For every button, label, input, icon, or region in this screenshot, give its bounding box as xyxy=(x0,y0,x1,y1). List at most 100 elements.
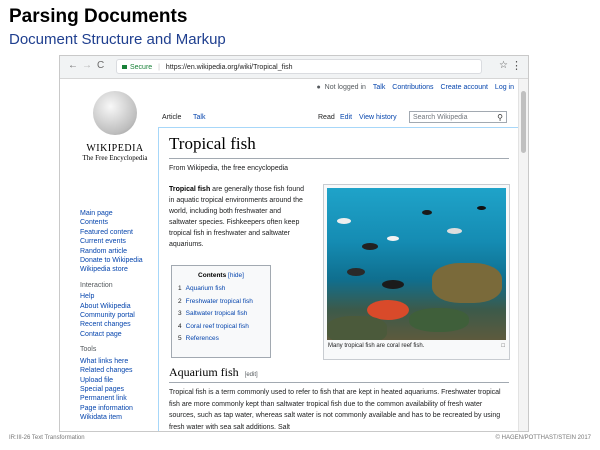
parrotfish-shape xyxy=(409,308,469,332)
browser-menu-icon[interactable]: ⋮ xyxy=(511,59,522,72)
fish-shape xyxy=(347,268,365,276)
fish-shape xyxy=(422,210,432,215)
toc-num: 5 xyxy=(178,335,182,343)
address-bar[interactable]: Secure | https://en.wikipedia.org/wiki/T… xyxy=(116,59,482,74)
section-heading: Aquarium fish [edit] xyxy=(169,365,258,380)
coral-reef-photo[interactable] xyxy=(327,188,506,340)
toc-item[interactable]: 5 References xyxy=(178,333,270,346)
logo-wordmark: WIKIPEDIA xyxy=(86,143,144,154)
forward-arrow-icon[interactable]: → xyxy=(82,60,92,71)
not-logged-in-label: Not logged in xyxy=(324,84,366,91)
sidebar-item-contents[interactable]: Contents xyxy=(80,218,160,227)
user-icon: ● xyxy=(316,84,321,91)
browser-window: ← → C Secure | https://en.wikipedia.org/… xyxy=(59,55,529,432)
tab-view-history[interactable]: View history xyxy=(359,114,397,121)
sidebar-item-main-page[interactable]: Main page xyxy=(80,209,160,218)
toc-num: 2 xyxy=(178,297,182,305)
sidebar: Main page Contents Featured content Curr… xyxy=(80,209,160,423)
toc-label: Freshwater tropical fish xyxy=(185,297,253,305)
toc-item[interactable]: 1 Aquarium fish xyxy=(178,283,270,296)
sidebar-item-wikidata-item[interactable]: Wikidata item xyxy=(80,413,160,422)
table-of-contents: Contents [hide] 1 Aquarium fish 2 Freshwat… xyxy=(171,265,271,358)
sidebar-item-community-portal[interactable]: Community portal xyxy=(80,311,160,320)
sidebar-heading-interaction: Interaction xyxy=(80,281,113,289)
secure-label: Secure xyxy=(130,64,153,71)
lead-text: are generally those fish found in aquati… xyxy=(169,186,305,248)
sidebar-item-related-changes[interactable]: Related changes xyxy=(80,366,160,375)
fish-shape xyxy=(387,236,399,241)
toc-label: Aquarium fish xyxy=(185,285,226,292)
slide-title: Parsing Documents xyxy=(9,6,188,27)
tab-article[interactable]: Article xyxy=(162,114,181,121)
puzzle-globe-icon xyxy=(93,91,137,135)
sidebar-item-donate[interactable]: Donate to Wikipedia xyxy=(80,256,160,265)
contributions-link[interactable]: Contributions xyxy=(392,84,433,91)
lock-icon xyxy=(122,65,127,70)
slide-footer-right: © HAGEN/POTTHAST/STEIN 2017 xyxy=(495,435,591,441)
sidebar-item-contact[interactable]: Contact page xyxy=(80,330,160,339)
toc-title: Contents [hide] xyxy=(172,272,270,279)
tab-read[interactable]: Read xyxy=(318,114,335,121)
fish-shape xyxy=(382,280,404,289)
search-placeholder: Search Wikipedia xyxy=(413,114,468,121)
toc-num: 3 xyxy=(178,310,182,318)
sidebar-item-special-pages[interactable]: Special pages xyxy=(80,385,160,394)
create-account-link[interactable]: Create account xyxy=(440,84,487,91)
sidebar-item-featured-content[interactable]: Featured content xyxy=(80,228,160,237)
slide-subtitle: Document Structure and Markup xyxy=(9,31,226,48)
url-text: https://en.wikipedia.org/wiki/Tropical_f… xyxy=(165,64,293,71)
sidebar-item-permanent-link[interactable]: Permanent link xyxy=(80,394,160,403)
logo-tagline: The Free Encyclopedia xyxy=(82,154,148,162)
toc-hide-link[interactable]: [hide] xyxy=(228,272,244,279)
sidebar-item-help[interactable]: Help xyxy=(80,292,160,301)
login-link[interactable]: Log in xyxy=(495,84,514,91)
talk-link[interactable]: Talk xyxy=(373,84,385,91)
enlarge-icon[interactable]: □ xyxy=(501,343,505,349)
sidebar-item-recent-changes[interactable]: Recent changes xyxy=(80,320,160,329)
bookmark-star-icon[interactable]: ☆ xyxy=(499,60,508,71)
tab-talk[interactable]: Talk xyxy=(193,114,205,121)
search-icon[interactable]: ⚲ xyxy=(497,112,503,124)
scrollbar[interactable] xyxy=(518,79,528,431)
toc-num: 4 xyxy=(178,322,182,330)
sidebar-heading-tools: Tools xyxy=(80,346,97,354)
title-divider xyxy=(169,158,509,159)
sidebar-item-current-events[interactable]: Current events xyxy=(80,237,160,246)
section-edit-link[interactable]: [edit] xyxy=(245,372,258,378)
section-title: Aquarium fish xyxy=(169,365,239,379)
search-input[interactable]: Search Wikipedia ⚲ xyxy=(409,111,507,123)
reload-icon[interactable]: C xyxy=(97,60,104,71)
article-content: Tropical fish From Wikipedia, the free e… xyxy=(158,127,518,431)
fish-shape xyxy=(362,243,378,250)
lead-bold-term: Tropical fish xyxy=(169,186,211,193)
from-wikipedia-note: From Wikipedia, the free encyclopedia xyxy=(169,165,289,172)
toc-title-label: Contents xyxy=(198,272,227,279)
tab-edit[interactable]: Edit xyxy=(340,114,352,121)
fish-shape xyxy=(447,228,462,234)
sidebar-item-about[interactable]: About Wikipedia xyxy=(80,302,160,311)
page-title: Tropical fish xyxy=(169,134,256,153)
coral-shape xyxy=(432,263,502,303)
toc-label: Coral reef tropical fish xyxy=(185,322,249,330)
fish-shape xyxy=(337,218,351,224)
section-divider xyxy=(169,382,509,383)
lead-paragraph: Tropical fish are generally those fish f… xyxy=(169,184,309,250)
toc-item[interactable]: 4 Coral reef tropical fish xyxy=(178,321,270,334)
wikipedia-logo[interactable]: WIKIPEDIA The Free Encyclopedia xyxy=(80,91,150,162)
sidebar-item-random-article[interactable]: Random article xyxy=(80,247,160,256)
browser-toolbar: ← → C Secure | https://en.wikipedia.org/… xyxy=(60,56,528,79)
scrollbar-thumb[interactable] xyxy=(521,91,526,153)
toc-item[interactable]: 2 Freshwater tropical fish xyxy=(178,296,270,309)
sidebar-item-upload-file[interactable]: Upload file xyxy=(80,376,160,385)
image-caption: Many tropical fish are coral reef fish. xyxy=(328,343,425,349)
fish-shape xyxy=(477,206,486,210)
image-thumbnail: Many tropical fish are coral reef fish. … xyxy=(323,184,510,360)
back-arrow-icon[interactable]: ← xyxy=(68,60,78,71)
url-divider: | xyxy=(158,64,160,71)
sidebar-item-page-information[interactable]: Page information xyxy=(80,404,160,413)
toc-item[interactable]: 3 Saltwater tropical fish xyxy=(178,308,270,321)
sidebar-item-what-links-here[interactable]: What links here xyxy=(80,357,160,366)
sidebar-item-store[interactable]: Wikipedia store xyxy=(80,265,160,274)
toc-num: 1 xyxy=(178,285,182,292)
section-paragraph: Tropical fish is a term commonly used to… xyxy=(169,389,501,431)
